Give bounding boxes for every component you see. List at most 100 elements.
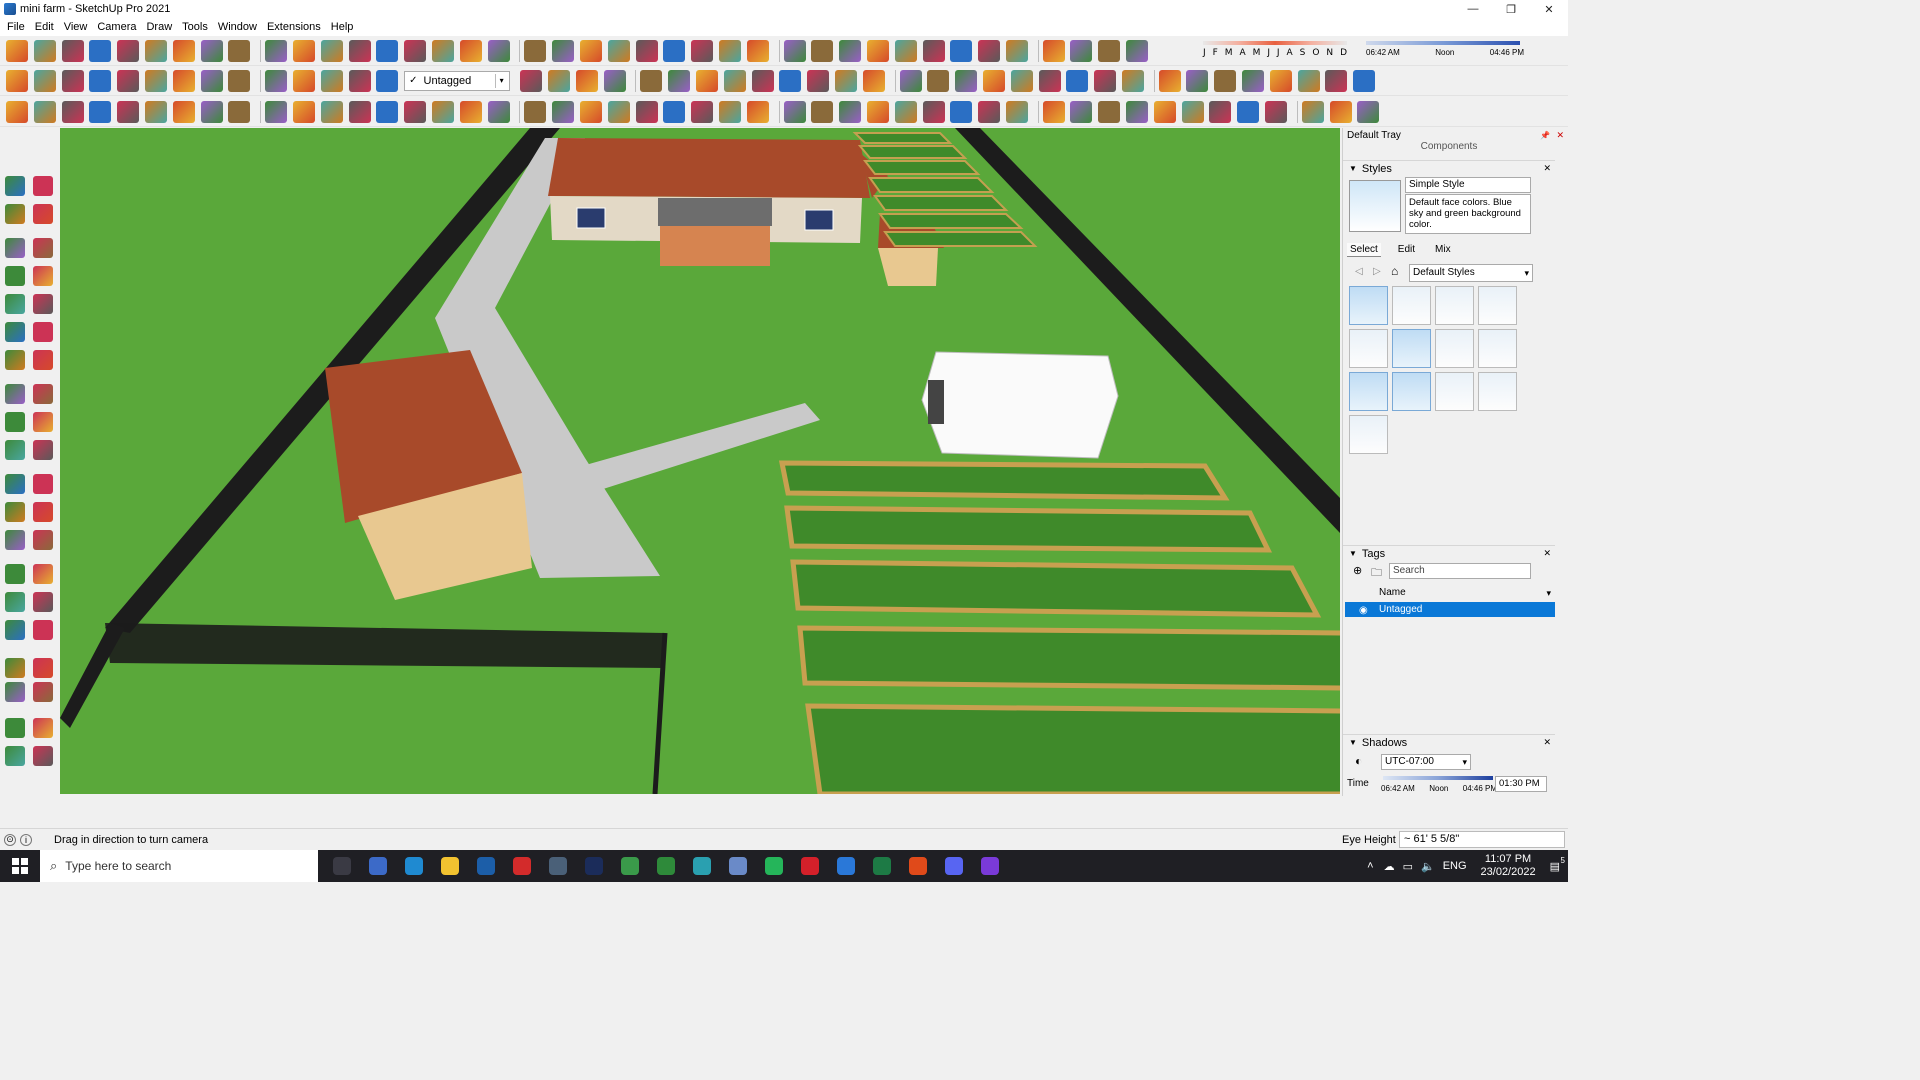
style-thumbnail-5[interactable] bbox=[1349, 329, 1388, 368]
menu-draw[interactable]: Draw bbox=[141, 18, 177, 36]
tb3-tool-10-icon[interactable] bbox=[265, 100, 288, 123]
sandbox-3-icon[interactable] bbox=[5, 746, 25, 766]
tb3-tool-34-icon[interactable] bbox=[950, 100, 973, 123]
show-hidden-icons-icon[interactable]: ˄ bbox=[1367, 860, 1373, 872]
calculator-taskbar-button[interactable] bbox=[360, 850, 396, 882]
two-point-arc-icon[interactable] bbox=[33, 350, 53, 370]
app-15-taskbar-button[interactable] bbox=[828, 850, 864, 882]
tb3-tool-39-icon[interactable] bbox=[1098, 100, 1121, 123]
pie-icon[interactable] bbox=[33, 322, 53, 342]
back-arrow-icon[interactable]: ◁ bbox=[1355, 266, 1363, 277]
polygon-icon[interactable] bbox=[33, 294, 53, 314]
measurements-box[interactable]: ~ 61' 5 5/8" bbox=[1399, 831, 1565, 848]
tb3-tool-47-icon[interactable] bbox=[1329, 100, 1352, 123]
tb2-tool-36-icon[interactable] bbox=[1121, 69, 1144, 92]
tb3-tool-14-icon[interactable] bbox=[376, 100, 399, 123]
tb1-tool-16-icon[interactable] bbox=[431, 39, 454, 62]
tags-panel-title[interactable]: ▼ Tags ✕ bbox=[1343, 545, 1555, 561]
sketchup-taskbar-button[interactable] bbox=[468, 850, 504, 882]
offset-icon[interactable] bbox=[33, 440, 53, 460]
info-icon[interactable]: i bbox=[20, 833, 32, 846]
tb1-tool-3-icon[interactable] bbox=[61, 39, 84, 62]
style-thumbnail-9[interactable] bbox=[1349, 372, 1388, 411]
tb1-tool-39-icon[interactable] bbox=[1098, 39, 1121, 62]
tb3-tool-36-icon[interactable] bbox=[1005, 100, 1028, 123]
tb1-tool-13-icon[interactable] bbox=[348, 39, 371, 62]
file-explorer-taskbar-button[interactable] bbox=[432, 850, 468, 882]
tb3-tool-43-icon[interactable] bbox=[1209, 100, 1232, 123]
previous-view-icon[interactable] bbox=[33, 620, 53, 640]
tb2-tool-24-icon[interactable] bbox=[779, 69, 802, 92]
tb1-tool-14-icon[interactable] bbox=[376, 39, 399, 62]
start-button[interactable] bbox=[0, 850, 40, 882]
sandbox-2-icon[interactable] bbox=[33, 718, 53, 738]
rectangle-icon[interactable] bbox=[5, 266, 25, 286]
tb3-tool-32-icon[interactable] bbox=[894, 100, 917, 123]
menu-extensions[interactable]: Extensions bbox=[262, 18, 326, 36]
opera-taskbar-button[interactable] bbox=[792, 850, 828, 882]
tb3-tool-20-icon[interactable] bbox=[552, 100, 575, 123]
tb3-tool-48-icon[interactable] bbox=[1357, 100, 1380, 123]
tb3-tool-4-icon[interactable] bbox=[89, 100, 112, 123]
style-thumbnail-3[interactable] bbox=[1435, 286, 1474, 325]
menu-file[interactable]: File bbox=[2, 18, 30, 36]
tb3-tool-31-icon[interactable] bbox=[866, 100, 889, 123]
tb2-tool-11-icon[interactable] bbox=[292, 69, 315, 92]
photoshop-taskbar-button[interactable] bbox=[576, 850, 612, 882]
tb1-tool-33-icon[interactable] bbox=[922, 39, 945, 62]
tb1-tool-35-icon[interactable] bbox=[978, 39, 1001, 62]
tb3-tool-41-icon[interactable] bbox=[1153, 100, 1176, 123]
tb2-tool-5-icon[interactable] bbox=[117, 69, 140, 92]
styles-panel-title[interactable]: ▼ Styles ✕ bbox=[1343, 160, 1555, 176]
tb3-tool-3-icon[interactable] bbox=[61, 100, 84, 123]
sandbox-1-icon[interactable] bbox=[5, 718, 25, 738]
arc-icon[interactable] bbox=[5, 322, 25, 342]
tb3-tool-40-icon[interactable] bbox=[1126, 100, 1149, 123]
tb2-tool-9-icon[interactable] bbox=[228, 69, 251, 92]
taskbar-clock[interactable]: 11:07 PM 23/02/2022 bbox=[1481, 853, 1536, 879]
restore-button[interactable]: ❐ bbox=[1492, 0, 1530, 18]
tb1-tool-8-icon[interactable] bbox=[200, 39, 223, 62]
tray-pin-icon[interactable]: 📌 bbox=[1540, 131, 1550, 140]
grammarly-taskbar-button[interactable] bbox=[900, 850, 936, 882]
tb2-tool-27-icon[interactable] bbox=[862, 69, 885, 92]
tb2-tool-40-icon[interactable] bbox=[1242, 69, 1265, 92]
tb2-tool-10-icon[interactable] bbox=[265, 69, 288, 92]
discord-taskbar-button[interactable] bbox=[936, 850, 972, 882]
tb2-tool-14-icon[interactable] bbox=[376, 69, 399, 92]
section-plane-icon[interactable] bbox=[33, 682, 53, 702]
tb3-tool-21-icon[interactable] bbox=[579, 100, 602, 123]
tb3-tool-24-icon[interactable] bbox=[663, 100, 686, 123]
freehand-icon[interactable] bbox=[33, 238, 53, 258]
taskbar-search[interactable]: ⌕ Type here to search bbox=[40, 850, 318, 882]
tb1-tool-31-icon[interactable] bbox=[866, 39, 889, 62]
tb1-tool-27-icon[interactable] bbox=[746, 39, 769, 62]
tb3-tool-7-icon[interactable] bbox=[172, 100, 195, 123]
menu-edit[interactable]: Edit bbox=[30, 18, 59, 36]
push-pull-icon[interactable] bbox=[33, 384, 53, 404]
tb2-tool-30-icon[interactable] bbox=[955, 69, 978, 92]
orbit-icon[interactable] bbox=[5, 564, 25, 584]
tb2-tool-32-icon[interactable] bbox=[1010, 69, 1033, 92]
style-thumbnail-1[interactable] bbox=[1349, 286, 1388, 325]
tb3-tool-5-icon[interactable] bbox=[117, 100, 140, 123]
tb3-tool-11-icon[interactable] bbox=[292, 100, 315, 123]
circle-icon[interactable] bbox=[5, 294, 25, 314]
tb3-tool-30-icon[interactable] bbox=[839, 100, 862, 123]
components-panel-collapsed[interactable]: Components bbox=[1343, 141, 1555, 155]
add-tag-folder-icon[interactable]: 🗀 bbox=[1371, 564, 1382, 583]
style-thumbnail-13[interactable] bbox=[1349, 415, 1388, 454]
tb2-tool-21-icon[interactable] bbox=[695, 69, 718, 92]
position-camera-icon[interactable] bbox=[5, 658, 25, 678]
tb2-tool-28-icon[interactable] bbox=[899, 69, 922, 92]
close-button[interactable]: ✕ bbox=[1530, 0, 1568, 18]
excel-taskbar-button[interactable] bbox=[864, 850, 900, 882]
tb2-tool-19-icon[interactable] bbox=[640, 69, 663, 92]
tb2-tool-42-icon[interactable] bbox=[1297, 69, 1320, 92]
tb3-tool-28-icon[interactable] bbox=[783, 100, 806, 123]
move-icon[interactable] bbox=[5, 384, 25, 404]
notifications-icon[interactable]: ▤ 5 bbox=[1550, 856, 1565, 873]
look-around-icon[interactable] bbox=[33, 658, 53, 678]
tb1-tool-1-icon[interactable] bbox=[6, 39, 28, 62]
rotated-rectangle-icon[interactable] bbox=[33, 266, 53, 286]
